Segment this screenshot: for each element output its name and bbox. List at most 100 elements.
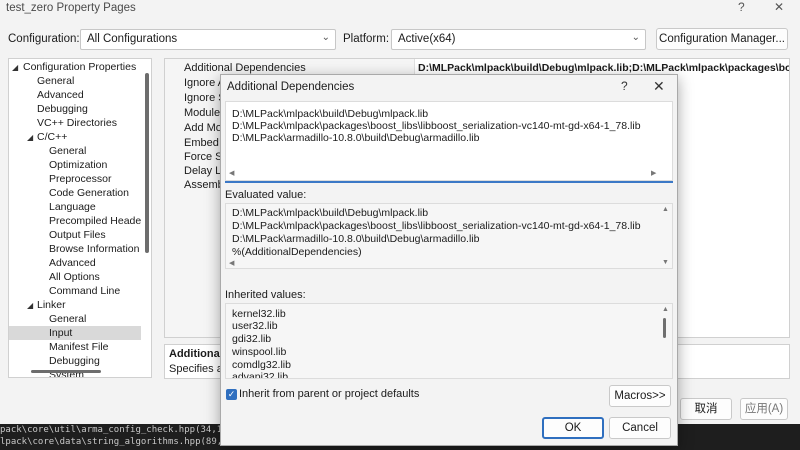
tree-item-vc-directories[interactable]: VC++ Directories: [9, 116, 141, 130]
main-cancel-button[interactable]: 取消: [680, 398, 732, 420]
evaluated-value-label: Evaluated value:: [225, 189, 307, 201]
tree-item-manifest-file[interactable]: Manifest File: [9, 340, 141, 354]
inherited-line: advapi32.lib: [232, 371, 289, 379]
tree-item-label: Browse Information: [49, 243, 140, 255]
cancel-button[interactable]: Cancel: [609, 417, 671, 439]
tree-item-label: Preprocessor: [49, 173, 112, 185]
grid-row-value[interactable]: D:\MLPack\mlpack\build\Debug\mlpack.lib;…: [418, 62, 789, 74]
configuration-label: Configuration:: [8, 33, 80, 45]
tree-item-label: Output Files: [49, 229, 106, 241]
help-icon[interactable]: ?: [738, 0, 745, 14]
tree-item-cpp-general[interactable]: General: [9, 144, 141, 158]
tree-item-label: Debugging: [49, 355, 100, 367]
tree-item-label: Advanced: [49, 257, 96, 269]
configuration-manager-button[interactable]: Configuration Manager...: [656, 28, 788, 50]
tree-item-label: General: [37, 75, 75, 87]
scroll-up-icon[interactable]: ▲: [662, 206, 669, 213]
tree-item-label: Debugging: [37, 103, 88, 115]
grid-row-name[interactable]: Ignore A: [184, 77, 225, 89]
expand-arrow-icon[interactable]: ◢: [27, 299, 33, 313]
evaluated-line: D:\MLPack\armadillo-10.8.0\build\Debug\a…: [232, 233, 480, 245]
expand-arrow-icon[interactable]: ◢: [27, 131, 33, 145]
grid-row-name[interactable]: Add Mo: [184, 122, 222, 134]
scroll-down-icon[interactable]: ▼: [662, 259, 669, 266]
tree-item-label: Optimization: [49, 159, 108, 171]
tree-item-advanced[interactable]: Advanced: [9, 88, 141, 102]
tree-item-linker-general[interactable]: General: [9, 312, 141, 326]
tree-item-code-generation[interactable]: Code Generation: [9, 186, 141, 200]
help-icon[interactable]: ?: [621, 79, 628, 93]
inherited-values-label: Inherited values:: [225, 289, 306, 301]
tree-item-label: VC++ Directories: [37, 117, 117, 129]
tree-item-cpp-advanced[interactable]: Advanced: [9, 256, 141, 270]
property-tree[interactable]: ◢ Configuration Properties General Advan…: [8, 58, 152, 378]
edit-line: D:\MLPack\mlpack\packages\boost_libs\lib…: [232, 120, 641, 132]
inherit-checkbox[interactable]: ✓: [226, 389, 237, 400]
tree-item-browse-information[interactable]: Browse Information: [9, 242, 141, 256]
tree-item-debugging[interactable]: Debugging: [9, 102, 141, 116]
platform-dropdown[interactable]: Active(x64) ⌄: [391, 29, 646, 50]
inherited-line: kernel32.lib: [232, 308, 286, 320]
inherit-checkbox-label[interactable]: Inherit from parent or project defaults: [239, 388, 419, 400]
inherited-scroll-thumb[interactable]: [663, 318, 666, 338]
tree-item-label: Input: [49, 327, 73, 339]
tree-vertical-scrollbar[interactable]: [145, 73, 149, 253]
tree-item-label: Configuration Properties: [23, 61, 137, 73]
inherited-line: winspool.lib: [232, 346, 287, 358]
platform-dropdown-value: Active(x64): [398, 33, 456, 45]
close-icon[interactable]: ✕: [653, 78, 665, 95]
grid-row-name[interactable]: Additional Dependencies: [184, 62, 306, 74]
scroll-left-icon[interactable]: ◀: [229, 259, 234, 267]
inherited-line: user32.lib: [232, 320, 278, 332]
grid-row-name[interactable]: Assemb: [184, 179, 224, 191]
platform-label: Platform:: [343, 33, 390, 45]
evaluated-line: D:\MLPack\mlpack\build\Debug\mlpack.lib: [232, 207, 429, 219]
tree-item-label: Advanced: [37, 89, 84, 101]
grid-row-name[interactable]: Module: [184, 107, 220, 119]
tree-item-language[interactable]: Language: [9, 200, 141, 214]
window-title: test_zero Property Pages: [6, 2, 136, 14]
edit-focus-underline: [225, 181, 673, 183]
tree-item-label: Language: [49, 201, 96, 213]
tree-item-label: C/C++: [37, 131, 68, 143]
edit-line: D:\MLPack\mlpack\build\Debug\mlpack.lib: [232, 108, 429, 120]
inherited-values-box[interactable]: kernel32.lib user32.lib gdi32.lib winspo…: [225, 303, 673, 379]
tree-item-linker[interactable]: ◢ Linker: [9, 298, 141, 312]
configuration-row: Configuration: All Configurations ⌄ Plat…: [0, 28, 800, 52]
tree-item-optimization[interactable]: Optimization: [9, 158, 141, 172]
additional-dependencies-dialog: Additional Dependencies ? ✕ D:\MLPack\ml…: [220, 74, 678, 446]
tree-item-all-options[interactable]: All Options: [9, 270, 141, 284]
tree-item-precompiled-headers[interactable]: Precompiled Heade: [9, 214, 141, 228]
configuration-dropdown[interactable]: All Configurations ⌄: [80, 29, 336, 50]
apply-button[interactable]: 应用(A): [740, 398, 788, 420]
inherited-line: comdlg32.lib: [232, 359, 291, 371]
tree-item-output-files[interactable]: Output Files: [9, 228, 141, 242]
tree-item-label: Manifest File: [49, 341, 109, 353]
tree-horizontal-scrollbar[interactable]: [31, 370, 101, 373]
tree-item-command-line[interactable]: Command Line: [9, 284, 141, 298]
tree-item-configuration-properties[interactable]: ◢ Configuration Properties: [9, 60, 141, 74]
tree-item-linker-debugging[interactable]: Debugging: [9, 354, 141, 368]
scroll-left-icon[interactable]: ◀: [229, 169, 234, 177]
scroll-up-icon[interactable]: ▲: [662, 306, 669, 313]
tree-item-label: Command Line: [49, 285, 121, 297]
tree-item-general[interactable]: General: [9, 74, 141, 88]
configuration-dropdown-value: All Configurations: [87, 33, 178, 45]
evaluated-line: D:\MLPack\mlpack\packages\boost_libs\lib…: [232, 220, 641, 232]
description-title: Additional: [169, 348, 223, 360]
tree-item-input[interactable]: Input: [9, 326, 141, 340]
scroll-right-icon[interactable]: ▶: [651, 169, 656, 177]
macros-button[interactable]: Macros>>: [609, 385, 671, 407]
tree-item-c-cpp[interactable]: ◢ C/C++: [9, 130, 141, 144]
ok-button[interactable]: OK: [542, 417, 604, 439]
evaluated-value-box[interactable]: D:\MLPack\mlpack\build\Debug\mlpack.lib …: [225, 203, 673, 269]
expand-arrow-icon[interactable]: ◢: [12, 61, 18, 75]
chevron-down-icon: ⌄: [631, 32, 640, 43]
chevron-down-icon: ⌄: [321, 32, 330, 43]
dialog-title: Additional Dependencies: [227, 81, 355, 93]
inherited-line: gdi32.lib: [232, 333, 272, 345]
tree-item-preprocessor[interactable]: Preprocessor: [9, 172, 141, 186]
tree-item-label: All Options: [49, 271, 100, 283]
close-icon[interactable]: ✕: [774, 0, 784, 14]
dependencies-edit-box[interactable]: D:\MLPack\mlpack\build\Debug\mlpack.lib …: [225, 101, 673, 181]
